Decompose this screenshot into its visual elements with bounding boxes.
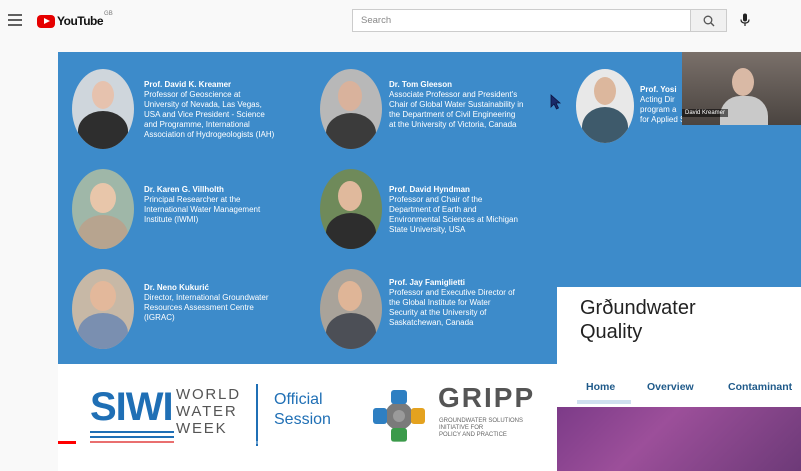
speaker-name: Dr. Tom Gleeson bbox=[389, 80, 452, 89]
banner-divider bbox=[256, 384, 258, 446]
microphone-icon[interactable] bbox=[739, 13, 751, 27]
progress-fill bbox=[58, 441, 76, 444]
nav-active-indicator bbox=[577, 400, 631, 404]
speaker-photo bbox=[72, 69, 134, 149]
gripp-subtitle: GROUNDWATER SOLUTIONS INITIATIVE FOR POL… bbox=[439, 418, 524, 438]
nav-home[interactable]: Home bbox=[586, 381, 615, 393]
person-face bbox=[732, 68, 754, 96]
youtube-logo[interactable]: YouTube GB bbox=[37, 11, 113, 29]
speaker-name: Prof. David K. Kreamer bbox=[144, 80, 232, 89]
groundwater-quality-page: Grðundwater Quality Home Overview Contam… bbox=[557, 287, 801, 471]
overlay-title: Grðundwater Quality bbox=[580, 297, 696, 343]
time-display: 6:15 / 47:18 bbox=[152, 454, 189, 461]
speaker-text: Prof. David Hyndman Professor and Chair … bbox=[389, 185, 518, 234]
speaker-text: Dr. Neno Kukurić Director, International… bbox=[144, 283, 269, 322]
gripp-logo-text: GRIPP bbox=[438, 382, 536, 413]
world-water-week: WORLD WATER WEEK bbox=[176, 386, 241, 437]
speaker-photo bbox=[320, 69, 382, 149]
gripp-puzzle-icon bbox=[373, 390, 425, 442]
masthead: YouTube GB Search bbox=[0, 0, 801, 42]
speaker-photo bbox=[576, 69, 634, 143]
speaker-text: Prof. David K. Kreamer Professor of Geos… bbox=[144, 80, 275, 139]
hamburger-menu-icon[interactable] bbox=[8, 14, 22, 26]
mouse-cursor-icon bbox=[550, 94, 562, 110]
nav-overview[interactable]: Overview bbox=[647, 381, 694, 393]
next-icon[interactable] bbox=[101, 453, 112, 464]
overlay-hero-image bbox=[557, 407, 801, 471]
speaker-name: Dr. Neno Kukurić bbox=[144, 283, 209, 292]
progress-bar[interactable] bbox=[58, 441, 556, 444]
search-input[interactable]: Search bbox=[352, 9, 691, 32]
logo-wordmark: YouTube bbox=[57, 14, 104, 28]
webcam-name-label: David Kreamer bbox=[682, 109, 729, 117]
speaker-photo bbox=[72, 269, 134, 349]
speaker-name: Prof. David Hyndman bbox=[389, 185, 470, 194]
search-button[interactable] bbox=[691, 9, 727, 32]
overlay-nav: Home Overview Contaminant bbox=[557, 381, 801, 397]
youtube-play-icon bbox=[37, 14, 55, 28]
speaker-text: Prof. Jay Famiglietti Professor and Exec… bbox=[389, 278, 515, 327]
webcam-view: David Kreamer bbox=[682, 52, 801, 125]
speaker-name: Dr. Karen G. Villholth bbox=[144, 185, 224, 194]
video-player[interactable]: Prof. David K. Kreamer Professor of Geos… bbox=[58, 52, 801, 471]
speaker-photo bbox=[320, 169, 382, 249]
speaker-photo bbox=[320, 269, 382, 349]
search-icon bbox=[703, 15, 715, 27]
speaker-photo bbox=[72, 169, 134, 249]
play-icon[interactable] bbox=[74, 453, 84, 464]
siwi-logo: SIWI bbox=[90, 385, 174, 429]
logo-region: GB bbox=[104, 11, 113, 17]
official-session-label: Official Session bbox=[274, 391, 331, 428]
nav-contaminant[interactable]: Contaminant bbox=[728, 381, 792, 393]
player-controls: 6:15 / 47:18 bbox=[58, 446, 556, 471]
speaker-text: Dr. Tom Gleeson Associate Professor and … bbox=[389, 80, 524, 129]
youtube-page: YouTube GB Search Prof. David K. Kreamer… bbox=[0, 0, 801, 471]
speaker-name: Prof. Jay Famiglietti bbox=[389, 278, 466, 287]
speaker-text: Dr. Karen G. Villholth Principal Researc… bbox=[144, 185, 261, 224]
volume-icon[interactable] bbox=[128, 453, 142, 464]
